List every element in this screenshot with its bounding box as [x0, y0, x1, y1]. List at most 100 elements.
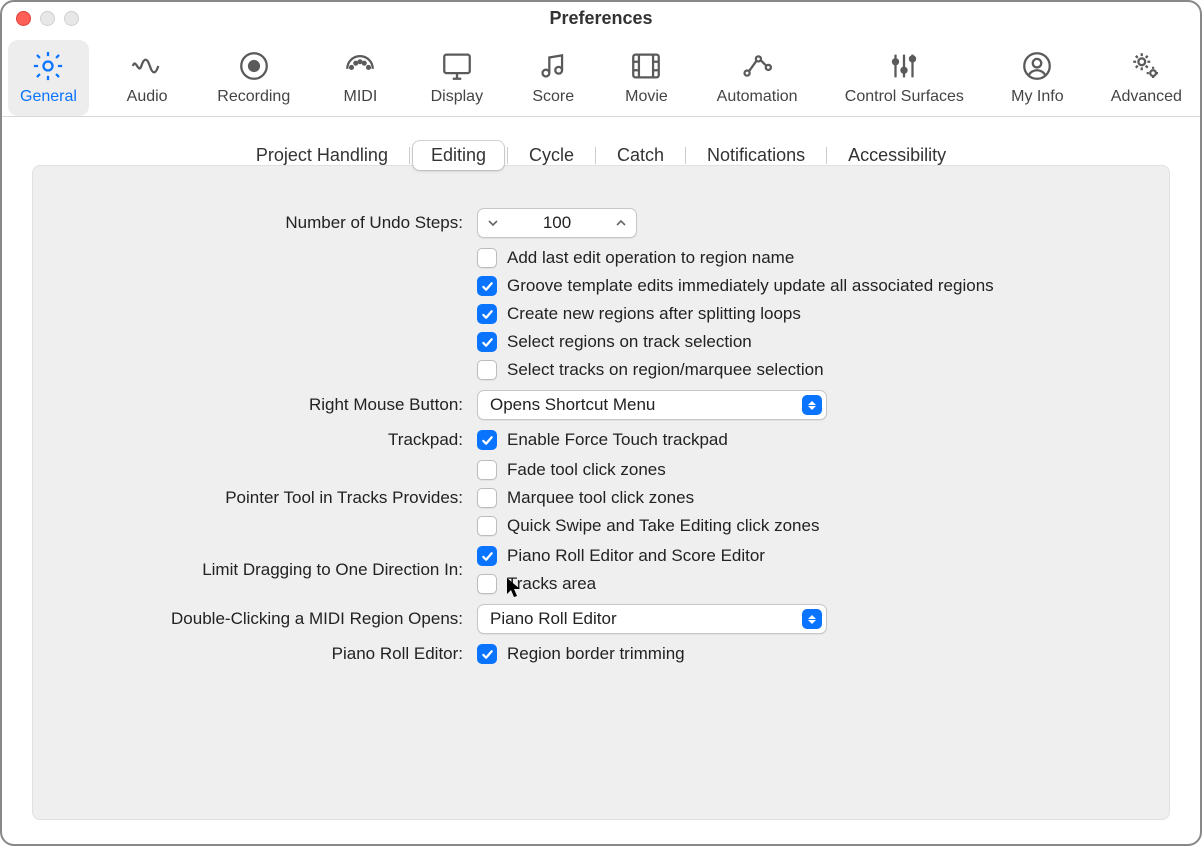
subtab-accessibility[interactable]: Accessibility	[830, 141, 964, 170]
checkbox-label-create_regions: Create new regions after splitting loops	[507, 304, 801, 324]
toolbar-movie[interactable]: Movie	[611, 40, 681, 116]
checkbox-row-select_tracks: Select tracks on region/marquee selectio…	[477, 360, 1139, 380]
toolbar-score[interactable]: Score	[518, 40, 588, 116]
advanced-icon	[1128, 48, 1164, 84]
limit-drag-label: Limit Dragging to One Direction In:	[63, 560, 463, 580]
minimize-window-button[interactable]	[40, 11, 55, 26]
checkbox-create_regions[interactable]	[477, 304, 497, 324]
checkbox-row-select_regions: Select regions on track selection	[477, 332, 1139, 352]
stepper-increment[interactable]	[606, 209, 636, 237]
toolbar-label: My Info	[1011, 88, 1063, 106]
automation-icon	[739, 48, 775, 84]
checkbox-label-select_tracks: Select tracks on region/marquee selectio…	[507, 360, 824, 380]
score-icon	[535, 48, 571, 84]
toolbar-control-surfaces[interactable]: Control Surfaces	[833, 40, 976, 116]
subtab-notifications[interactable]: Notifications	[689, 141, 823, 170]
checkbox-label-quick_swipe: Quick Swipe and Take Editing click zones	[507, 516, 819, 536]
control-surfaces-icon	[886, 48, 922, 84]
toolbar-label: Score	[532, 88, 574, 106]
toolbar-label: Recording	[217, 88, 290, 106]
toolbar-automation[interactable]: Automation	[705, 40, 810, 116]
checkbox-piano_score[interactable]	[477, 546, 497, 566]
subtab-cycle[interactable]: Cycle	[511, 141, 592, 170]
double-click-midi-select[interactable]: Piano Roll Editor	[477, 604, 827, 634]
toolbar-label: Display	[431, 88, 483, 106]
checkbox-label-force_touch: Enable Force Touch trackpad	[507, 430, 728, 450]
undo-steps-stepper[interactable]: 100	[477, 208, 637, 238]
movie-icon	[628, 48, 664, 84]
checkbox-row-piano_score: Piano Roll Editor and Score Editor	[477, 546, 1139, 566]
toolbar-label: Automation	[717, 88, 798, 106]
checkbox-row-fade_tool: Fade tool click zones	[477, 460, 1139, 480]
right-mouse-select[interactable]: Opens Shortcut Menu	[477, 390, 827, 420]
checkbox-region_border_trim[interactable]	[477, 644, 497, 664]
recording-icon	[236, 48, 272, 84]
toolbar-audio[interactable]: Audio	[112, 40, 182, 116]
checkbox-row-region_border_trim: Region border trimming	[477, 644, 1139, 664]
toolbar-display[interactable]: Display	[419, 40, 495, 116]
undo-steps-label: Number of Undo Steps:	[63, 213, 463, 233]
preferences-toolbar: General Audio Recording MIDI Display Score Mov…	[2, 34, 1200, 117]
toolbar-label: MIDI	[344, 88, 378, 106]
toolbar-label: Control Surfaces	[845, 88, 964, 106]
toolbar-advanced[interactable]: Advanced	[1099, 40, 1194, 116]
toolbar-label: Movie	[625, 88, 668, 106]
subtab-catch[interactable]: Catch	[599, 141, 682, 170]
checkbox-quick_swipe[interactable]	[477, 516, 497, 536]
chevron-up-icon	[616, 218, 626, 228]
checkbox-label-piano_score: Piano Roll Editor and Score Editor	[507, 546, 765, 566]
checkbox-fade_tool[interactable]	[477, 460, 497, 480]
editing-panel: Number of Undo Steps: 100 Add last edit …	[32, 165, 1170, 820]
double-click-midi-value: Piano Roll Editor	[490, 609, 617, 629]
subtab-editing[interactable]: Editing	[413, 141, 504, 170]
toolbar-label: Audio	[127, 88, 168, 106]
checkbox-groove_template[interactable]	[477, 276, 497, 296]
chevron-down-icon	[488, 218, 498, 228]
checkbox-label-marquee_tool: Marquee tool click zones	[507, 488, 694, 508]
checkbox-row-create_regions: Create new regions after splitting loops	[477, 304, 1139, 324]
checkbox-tracks_area[interactable]	[477, 574, 497, 594]
toolbar-label: Advanced	[1111, 88, 1182, 106]
audio-icon	[129, 48, 165, 84]
checkbox-label-region_border_trim: Region border trimming	[507, 644, 685, 664]
editing-form: Number of Undo Steps: 100 Add last edit …	[33, 208, 1169, 664]
toolbar-my-info[interactable]: My Info	[999, 40, 1075, 116]
close-window-button[interactable]	[16, 11, 31, 26]
checkbox-row-add_last_edit: Add last edit operation to region name	[477, 248, 1139, 268]
checkbox-row-quick_swipe: Quick Swipe and Take Editing click zones	[477, 516, 1139, 536]
double-click-midi-label: Double-Clicking a MIDI Region Opens:	[63, 609, 463, 629]
display-icon	[439, 48, 475, 84]
trackpad-label: Trackpad:	[63, 430, 463, 450]
toolbar-label: General	[20, 88, 77, 106]
checkbox-label-select_regions: Select regions on track selection	[507, 332, 752, 352]
checkbox-add_last_edit[interactable]	[477, 248, 497, 268]
window-controls	[2, 11, 79, 26]
toolbar-general[interactable]: General	[8, 40, 89, 116]
undo-steps-value: 100	[508, 213, 606, 233]
checkbox-label-add_last_edit: Add last edit operation to region name	[507, 248, 794, 268]
toolbar-recording[interactable]: Recording	[205, 40, 302, 116]
select-caret-icon	[802, 609, 822, 629]
titlebar: Preferences	[2, 2, 1200, 34]
checkbox-force_touch[interactable]	[477, 430, 497, 450]
content-area: Number of Undo Steps: 100 Add last edit …	[2, 117, 1200, 844]
toolbar-midi[interactable]: MIDI	[325, 40, 395, 116]
preferences-window: Preferences General Audio Recording MIDI Dis…	[0, 0, 1202, 846]
checkbox-row-tracks_area: Tracks area	[477, 574, 1139, 594]
window-title: Preferences	[2, 8, 1200, 29]
subtab-project-handling[interactable]: Project Handling	[238, 141, 406, 170]
zoom-window-button[interactable]	[64, 11, 79, 26]
checkbox-row-groove_template: Groove template edits immediately update…	[477, 276, 1139, 296]
checkbox-marquee_tool[interactable]	[477, 488, 497, 508]
my-info-icon	[1019, 48, 1055, 84]
piano-roll-editor-label: Piano Roll Editor:	[63, 644, 463, 664]
stepper-decrement[interactable]	[478, 209, 508, 237]
pointer-tool-label: Pointer Tool in Tracks Provides:	[63, 488, 463, 508]
checkbox-row-marquee_tool: Marquee tool click zones	[477, 488, 1139, 508]
general-icon	[30, 48, 66, 84]
checkbox-select_regions[interactable]	[477, 332, 497, 352]
general-subtabs: Project HandlingEditingCycleCatchNotific…	[238, 141, 964, 170]
checkbox-row-force_touch: Enable Force Touch trackpad	[477, 430, 1139, 450]
checkbox-label-groove_template: Groove template edits immediately update…	[507, 276, 994, 296]
checkbox-select_tracks[interactable]	[477, 360, 497, 380]
